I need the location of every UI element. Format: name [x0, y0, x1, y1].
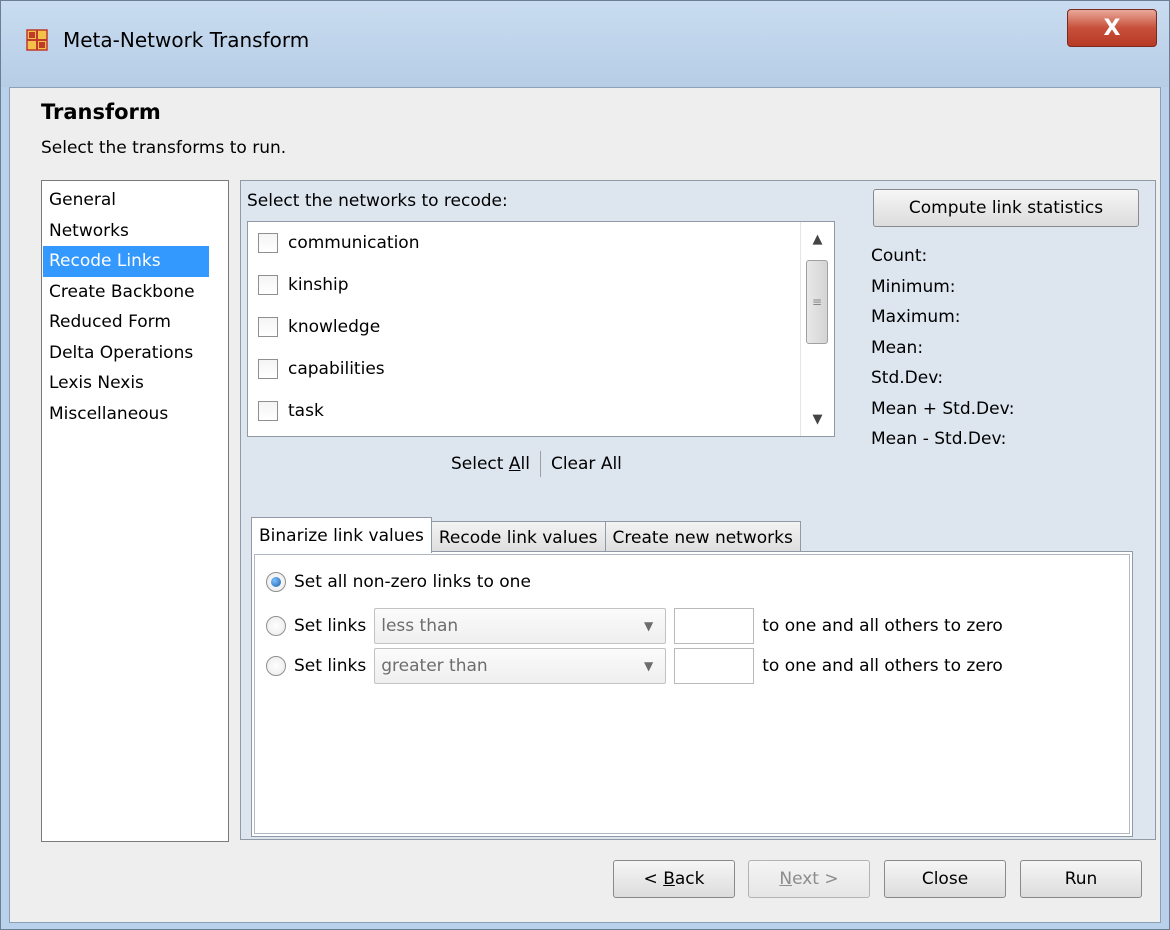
- option-label: Set all non-zero links to one: [294, 572, 531, 592]
- sidebar-item-recode-links[interactable]: Recode Links: [43, 246, 209, 277]
- scrollbar-thumb[interactable]: ≡: [806, 260, 828, 344]
- comparison-dropdown[interactable]: less than ▼: [374, 608, 667, 644]
- network-checkbox[interactable]: [258, 275, 278, 295]
- recode-tabs: Binarize link values Recode link values …: [251, 515, 801, 553]
- list-item[interactable]: communication: [258, 228, 419, 258]
- select-all-prefix: Select: [451, 454, 509, 474]
- option-suffix: to one and all others to zero: [762, 656, 1003, 676]
- option-label: Set links: [294, 656, 367, 676]
- select-clear-links: Select All Clear All: [451, 451, 622, 477]
- sidebar-item-create-backbone[interactable]: Create Backbone: [43, 277, 228, 308]
- app-icon: [26, 29, 48, 51]
- transform-list: General Networks Recode Links Create Bac…: [41, 180, 229, 842]
- select-all-mnemonic: A: [508, 454, 521, 474]
- network-list-scrollbar[interactable]: ▲ ≡ ▼: [800, 222, 834, 436]
- select-all-link[interactable]: Select All: [451, 454, 530, 474]
- title-bar: Meta-Network Transform X: [1, 1, 1169, 87]
- link-divider: [539, 451, 541, 477]
- page-title: Transform: [41, 100, 161, 124]
- network-label: capabilities: [288, 359, 385, 379]
- radio-unselected[interactable]: [266, 616, 286, 636]
- clear-all-link[interactable]: Clear All: [551, 454, 622, 474]
- tab-binarize-link-values[interactable]: Binarize link values: [251, 517, 432, 553]
- stat-maximum: Maximum:: [871, 307, 961, 327]
- link-statistics: Count: Minimum: Maximum: Mean: Std.Dev: …: [871, 241, 1014, 455]
- tab-recode-link-values[interactable]: Recode link values: [430, 521, 606, 553]
- list-item[interactable]: knowledge: [258, 312, 380, 342]
- close-button[interactable]: Close: [884, 860, 1006, 898]
- network-list: communication kinship knowledge capabili…: [247, 221, 835, 437]
- page-subtitle: Select the transforms to run.: [41, 138, 287, 158]
- dialog-content: Transform Select the transforms to run. …: [9, 87, 1161, 923]
- network-checkbox[interactable]: [258, 401, 278, 421]
- back-mnemonic: B: [663, 869, 675, 889]
- next-suffix: ext >: [792, 869, 839, 889]
- radio-unselected[interactable]: [266, 656, 286, 676]
- scroll-up-arrow-icon[interactable]: ▲: [801, 222, 834, 256]
- close-icon: X: [1103, 15, 1121, 41]
- option-label: Set links: [294, 616, 367, 636]
- sidebar-item-general[interactable]: General: [43, 185, 228, 216]
- compute-link-statistics-button[interactable]: Compute link statistics: [873, 189, 1139, 227]
- back-prefix: <: [643, 869, 664, 889]
- binarize-option-less-than[interactable]: Set links less than ▼ to one and all oth…: [266, 608, 1003, 644]
- network-checkbox[interactable]: [258, 233, 278, 253]
- network-label: knowledge: [288, 317, 381, 337]
- threshold-input[interactable]: [674, 648, 755, 684]
- network-label: kinship: [288, 275, 349, 295]
- network-checkbox[interactable]: [258, 317, 278, 337]
- comparison-dropdown[interactable]: greater than ▼: [374, 648, 667, 684]
- next-mnemonic: N: [779, 869, 793, 889]
- chevron-down-icon: ▼: [644, 659, 654, 673]
- stat-minimum: Minimum:: [871, 276, 956, 297]
- radio-selected[interactable]: [266, 572, 286, 592]
- threshold-input[interactable]: [674, 608, 755, 644]
- close-window-button[interactable]: X: [1067, 9, 1157, 47]
- run-button[interactable]: Run: [1020, 860, 1142, 898]
- dropdown-value: greater than: [381, 656, 488, 676]
- sidebar-item-lexis-nexis[interactable]: Lexis Nexis: [43, 368, 228, 399]
- sidebar-item-reduced-form[interactable]: Reduced Form: [43, 307, 228, 338]
- recode-links-panel: Select the networks to recode: communica…: [240, 180, 1156, 840]
- stat-mean-minus-std: Mean - Std.Dev:: [871, 429, 1007, 449]
- binarize-option-greater-than[interactable]: Set links greater than ▼ to one and all …: [266, 648, 1003, 684]
- binarize-tab-panel: Set all non-zero links to one Set links …: [251, 551, 1133, 837]
- back-suffix: ack: [674, 869, 705, 889]
- sidebar-item-delta-operations[interactable]: Delta Operations: [43, 338, 228, 369]
- stat-std-dev: Std.Dev:: [871, 368, 944, 388]
- list-item[interactable]: capabilities: [258, 354, 385, 384]
- select-all-suffix: ll: [520, 454, 530, 474]
- stat-mean-plus-std: Mean + Std.Dev:: [871, 398, 1015, 419]
- sidebar-item-miscellaneous[interactable]: Miscellaneous: [43, 399, 228, 430]
- list-item[interactable]: kinship: [258, 270, 349, 300]
- option-suffix: to one and all others to zero: [762, 616, 1003, 636]
- network-label: communication: [288, 233, 420, 253]
- tab-create-new-networks[interactable]: Create new networks: [604, 521, 801, 553]
- list-item[interactable]: task: [258, 396, 324, 426]
- scroll-down-arrow-icon[interactable]: ▼: [801, 402, 834, 436]
- next-button[interactable]: Next >: [748, 860, 870, 898]
- networks-prompt: Select the networks to recode:: [247, 191, 508, 211]
- network-label: task: [288, 401, 324, 421]
- stat-count: Count:: [871, 246, 928, 266]
- binarize-option-nonzero[interactable]: Set all non-zero links to one: [266, 572, 531, 592]
- chevron-down-icon: ▼: [644, 619, 654, 633]
- dropdown-value: less than: [381, 616, 459, 636]
- window-title: Meta-Network Transform: [63, 28, 310, 52]
- window: Meta-Network Transform X Transform Selec…: [0, 0, 1170, 930]
- stat-mean: Mean:: [871, 337, 924, 358]
- sidebar-item-networks[interactable]: Networks: [43, 216, 228, 247]
- back-button[interactable]: < Back: [613, 860, 735, 898]
- network-checkbox[interactable]: [258, 359, 278, 379]
